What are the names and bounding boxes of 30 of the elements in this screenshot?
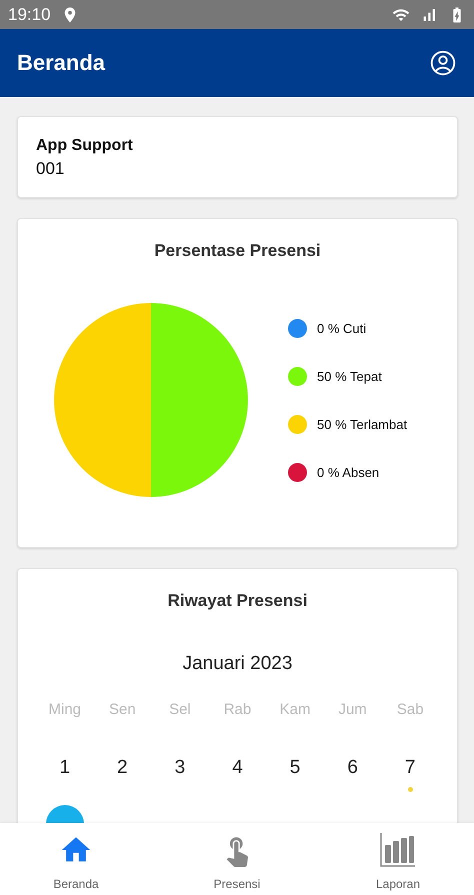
nav-tab[interactable]: Laporan [362,823,434,895]
calendar-day[interactable]: 3 [160,749,199,787]
weekday-label: Jum [337,701,368,720]
app-bar-title: Beranda [17,50,106,76]
status-time: 19:10 [8,4,51,24]
calendar-month: Januari 2023 [182,653,294,675]
card-title: Persentase Presensi [153,241,322,261]
legend-label: 0 % Absen [317,464,380,480]
weekday-label: Kam [278,701,312,720]
legend-label: 50 % Terlambat [317,416,408,432]
calendar-day[interactable]: 2 [103,749,142,787]
weekday-label: Ming [48,701,82,720]
calendar-day[interactable]: 6 [334,749,372,787]
legend-label: 50 % Tepat [317,368,382,384]
calendar-day[interactable]: 7 [391,749,430,787]
card-title: Riwayat Presensi [166,591,308,611]
user-name: App Support [36,137,134,155]
legend-label: 0 % Cuti [317,320,366,336]
weekday-label: Rab [222,701,252,720]
calendar-day[interactable]: 1 [46,749,84,787]
weekday-label: Sen [108,701,137,720]
nav-tab[interactable]: Beranda [40,823,112,895]
nav-tab[interactable]: Presensi [201,823,273,895]
weekday-label: Sel [168,701,192,720]
bar-chart-icon [380,833,416,867]
user-id: 001 [36,159,66,179]
profile-button[interactable] [428,48,458,78]
weekday-label: Sab [396,701,425,720]
calendar-day[interactable]: 5 [276,749,314,787]
calendar-day[interactable]: 4 [218,749,256,787]
